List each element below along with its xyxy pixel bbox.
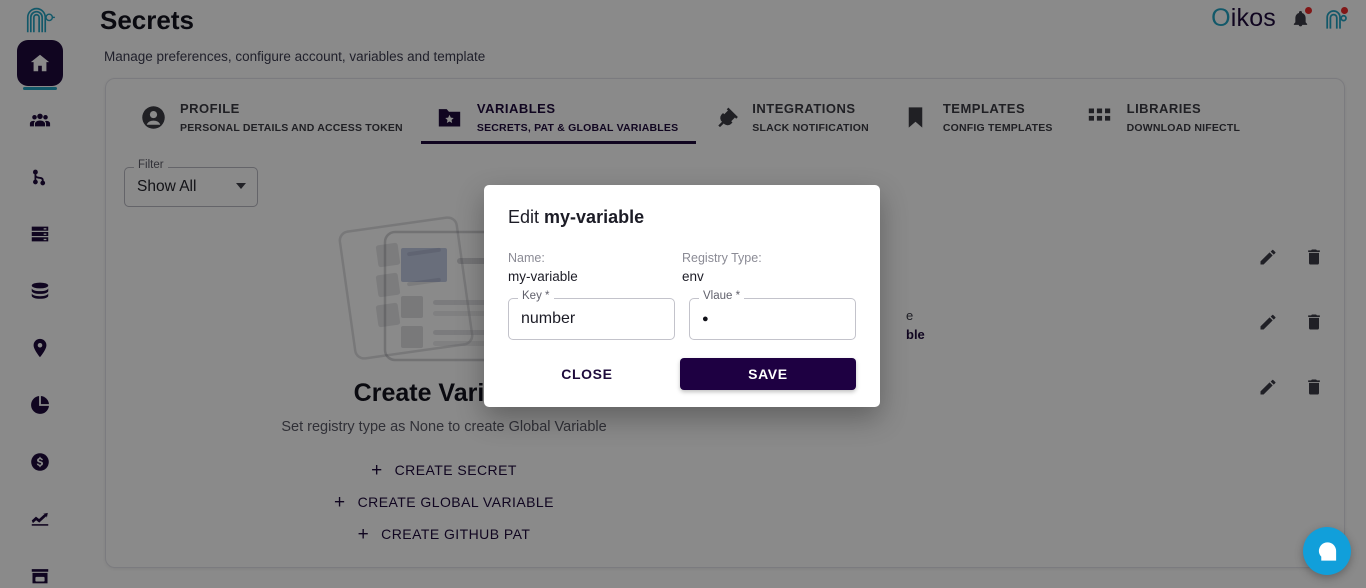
meta-name-label: Name:: [508, 250, 682, 267]
dialog-title: Edit my-variable: [508, 207, 856, 228]
key-input-label: Key *: [518, 290, 554, 302]
meta-registry: Registry Type: env: [682, 250, 856, 286]
chat-bubble-icon: [1316, 540, 1339, 563]
value-field[interactable]: ● Vlaue *: [689, 298, 856, 340]
edit-variable-dialog: Edit my-variable Name: my-variable Regis…: [484, 185, 880, 407]
value-input-value: ●: [702, 313, 710, 325]
value-input[interactable]: ●: [689, 298, 856, 340]
key-field[interactable]: number Key *: [508, 298, 675, 340]
dialog-meta: Name: my-variable Registry Type: env: [508, 250, 856, 286]
save-button[interactable]: SAVE: [680, 358, 856, 390]
dialog-title-prefix: Edit: [508, 207, 544, 227]
key-input[interactable]: number: [508, 298, 675, 340]
meta-name-value: my-variable: [508, 267, 682, 286]
meta-name: Name: my-variable: [508, 250, 682, 286]
close-button[interactable]: CLOSE: [508, 358, 666, 390]
key-input-value: number: [521, 310, 575, 328]
chat-widget-button[interactable]: [1303, 527, 1351, 575]
value-input-label: Vlaue *: [699, 290, 744, 302]
dialog-fields: number Key * ● Vlaue *: [508, 298, 856, 340]
dialog-actions: CLOSE SAVE: [508, 358, 856, 390]
app-root: Oikos Secrets Manage preferences, config…: [0, 0, 1366, 588]
dialog-title-name: my-variable: [544, 207, 644, 227]
meta-registry-value: env: [682, 267, 856, 286]
meta-registry-label: Registry Type:: [682, 250, 856, 267]
